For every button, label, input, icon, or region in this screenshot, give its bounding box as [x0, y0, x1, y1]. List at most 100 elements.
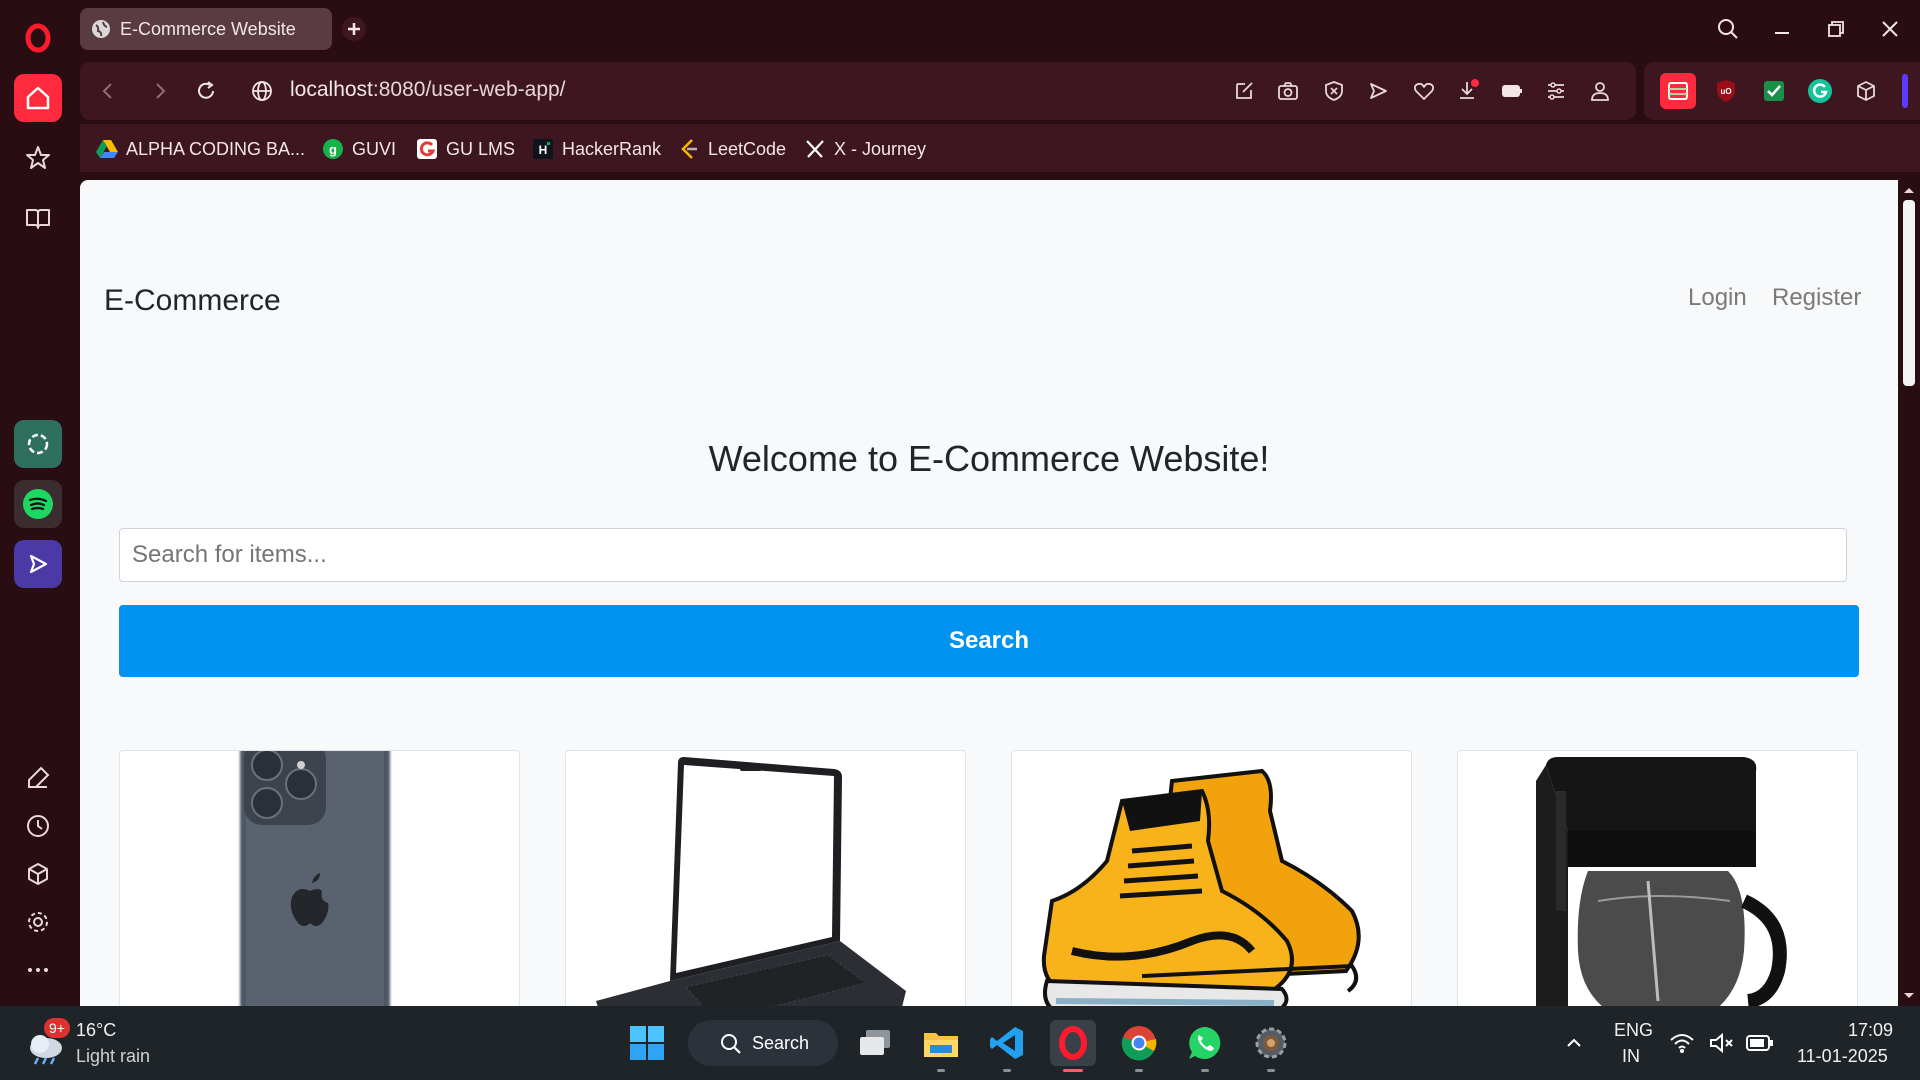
back-icon[interactable]: [94, 77, 122, 105]
running-indicator: [1201, 1069, 1209, 1072]
bookmark-label: LeetCode: [708, 138, 787, 159]
heart-icon[interactable]: [1410, 77, 1438, 105]
svg-text:uO: uO: [1720, 87, 1731, 96]
title-bar: E-Commerce Website: [76, 0, 1920, 58]
register-link[interactable]: Register: [1772, 284, 1861, 312]
file-explorer-icon[interactable]: [918, 1020, 964, 1072]
download-icon[interactable]: [1454, 77, 1482, 105]
todo-check-extension-icon[interactable]: [1760, 77, 1788, 105]
tab-title: E-Commerce Website: [120, 18, 296, 39]
bookmark-label: GU LMS: [446, 138, 516, 159]
easy-setup-icon[interactable]: [1542, 77, 1570, 105]
chrome-icon[interactable]: [1116, 1020, 1162, 1072]
minimize-button[interactable]: [1760, 10, 1804, 48]
taskbar-search[interactable]: Search: [688, 1020, 838, 1066]
tab-ecommerce[interactable]: E-Commerce Website: [80, 8, 332, 50]
search-button[interactable]: Search: [119, 605, 1859, 677]
settings-app-icon[interactable]: [1248, 1020, 1294, 1072]
history-icon[interactable]: [14, 802, 62, 850]
camera-icon[interactable]: [1274, 77, 1302, 105]
wifi-icon[interactable]: [1664, 1020, 1700, 1066]
close-button[interactable]: [1868, 10, 1912, 48]
clock-date[interactable]: 11-01-2025: [1797, 1046, 1888, 1067]
product-card[interactable]: [1457, 750, 1858, 1006]
reload-icon[interactable]: [192, 77, 220, 105]
gu-lms-icon: [416, 138, 438, 160]
weather-temp: 16°C: [76, 1020, 117, 1040]
profile-icon[interactable]: [1586, 77, 1614, 105]
new-tab-button[interactable]: [336, 10, 372, 48]
snapshot-edit-icon[interactable]: [1230, 77, 1258, 105]
opera-taskbar-icon[interactable]: [1050, 1020, 1096, 1072]
extensions-cube-icon[interactable]: [14, 850, 62, 898]
volume-muted-icon[interactable]: [1704, 1020, 1740, 1066]
language-indicator[interactable]: ENG: [1614, 1020, 1653, 1041]
tab-manager-extension-icon[interactable]: [1660, 73, 1696, 109]
bookmark-leetcode[interactable]: LeetCode: [678, 136, 786, 162]
product-card[interactable]: [1011, 750, 1412, 1006]
reading-list-icon[interactable]: [14, 194, 62, 242]
guvi-icon: g: [322, 138, 344, 160]
whatsapp-icon[interactable]: [1182, 1020, 1228, 1072]
url-field[interactable]: localhost:8080/user-web-app/: [290, 78, 566, 102]
running-indicator: [937, 1069, 945, 1072]
taskbar-search-label: Search: [752, 1032, 810, 1053]
forward-icon[interactable]: [146, 77, 174, 105]
page-title: Welcome to E-Commerce Website!: [708, 438, 1270, 479]
tab-search-icon[interactable]: [1706, 10, 1750, 48]
page-viewport: E-Commerce Login Register Welcome to E-C…: [80, 180, 1898, 1006]
product-card[interactable]: [119, 750, 520, 1006]
ad-block-shield-icon[interactable]: [1320, 77, 1348, 105]
url-path: :8080/user-web-app/: [372, 78, 566, 101]
grammarly-icon[interactable]: [1806, 77, 1834, 105]
windows-start-icon[interactable]: [624, 1020, 670, 1066]
globe-icon: [90, 18, 112, 40]
svg-text:H: H: [539, 143, 548, 157]
region-indicator[interactable]: IN: [1622, 1046, 1640, 1067]
product-card[interactable]: [565, 750, 966, 1006]
send-icon[interactable]: [1364, 77, 1392, 105]
aria-icon[interactable]: [14, 540, 62, 588]
battery-icon[interactable]: [1742, 1020, 1778, 1066]
site-info-globe-icon[interactable]: [248, 77, 276, 105]
opera-logo-icon[interactable]: [14, 14, 62, 62]
chatgpt-icon[interactable]: [14, 420, 62, 468]
bookmark-alpha-coding[interactable]: ALPHA CODING BA...: [96, 136, 305, 162]
vscode-icon[interactable]: [984, 1020, 1030, 1072]
leetcode-icon: [678, 138, 700, 160]
extensions-box-icon[interactable]: [1852, 77, 1880, 105]
site-brand[interactable]: E-Commerce: [104, 284, 281, 318]
search-input[interactable]: [119, 528, 1847, 582]
spotify-icon[interactable]: [14, 480, 62, 528]
ublock-icon[interactable]: uO: [1712, 77, 1740, 105]
restore-button[interactable]: [1814, 10, 1858, 48]
bookmark-gu-lms[interactable]: GU LMS: [416, 136, 515, 162]
hackerrank-icon: H: [532, 138, 554, 160]
more-icon[interactable]: [14, 946, 62, 994]
coffee-maker-image: [1458, 751, 1857, 1006]
star-icon[interactable]: [14, 134, 62, 182]
clock-time[interactable]: 17:09: [1848, 1020, 1893, 1041]
task-view-icon[interactable]: [852, 1020, 898, 1066]
bookmark-hackerrank[interactable]: H HackerRank: [532, 136, 661, 162]
battery-saver-icon[interactable]: [1498, 77, 1526, 105]
extensions-bar: uO: [1644, 62, 1920, 120]
sidebar-toggle-accent[interactable]: [1902, 74, 1908, 108]
scrollbar-thumb[interactable]: [1903, 200, 1915, 386]
login-link[interactable]: Login: [1688, 284, 1747, 312]
windows-taskbar: 9+ 16°C Light rain Search ENG IN 17:09 1…: [0, 1006, 1920, 1080]
home-icon[interactable]: [14, 74, 62, 122]
search-icon: [721, 1034, 741, 1054]
bookmark-guvi[interactable]: g GUVI: [322, 136, 396, 162]
notification-badge: 9+: [44, 1018, 70, 1038]
x-icon: [804, 138, 826, 160]
weather-icon[interactable]: 9+: [24, 1018, 72, 1066]
weather-description: Light rain: [76, 1046, 151, 1066]
svg-text:g: g: [329, 142, 337, 157]
edit-icon[interactable]: [14, 754, 62, 802]
settings-gear-icon[interactable]: [14, 898, 62, 946]
running-indicator: [1003, 1069, 1011, 1072]
smartphone-image: [120, 751, 519, 1006]
show-hidden-icons-chevron-icon[interactable]: [1552, 1020, 1596, 1066]
bookmark-x-journey[interactable]: X - Journey: [804, 136, 926, 162]
